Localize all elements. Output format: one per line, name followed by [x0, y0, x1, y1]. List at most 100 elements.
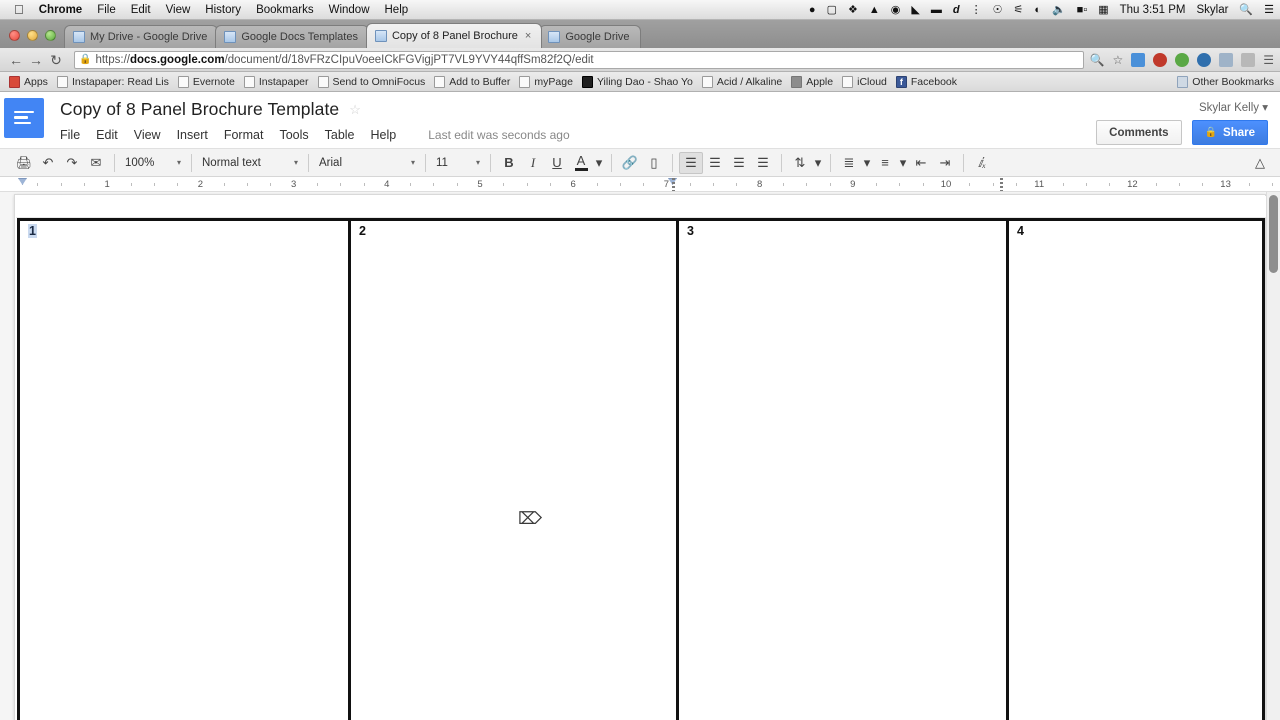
brochure-panel-4[interactable]: 4	[1006, 218, 1265, 720]
menu-edit[interactable]: Edit	[131, 4, 151, 16]
brochure-panel-2[interactable]: 2	[348, 218, 676, 720]
undo-icon[interactable]: ↶	[36, 152, 60, 174]
add-comment-icon[interactable]: ▯	[642, 152, 666, 174]
close-window-button[interactable]	[9, 30, 20, 41]
underline-button[interactable]: U	[545, 152, 569, 174]
bookmark-instapaper[interactable]: Instapaper	[244, 76, 309, 88]
google-drive-icon[interactable]: ▲	[869, 5, 880, 16]
evernote-icon[interactable]: ❖	[848, 5, 858, 16]
browser-tab-my-drive[interactable]: My Drive - Google Drive	[64, 25, 218, 48]
bookmark-other-bookmarks[interactable]: Other Bookmarks	[1177, 76, 1274, 88]
vertical-scrollbar[interactable]	[1266, 192, 1280, 720]
paragraph-style-select[interactable]: Normal text ▾	[198, 152, 302, 174]
page-header-area[interactable]	[16, 196, 1266, 218]
column-marker-1[interactable]	[672, 178, 675, 191]
split-icon[interactable]	[1241, 53, 1255, 67]
docs-menu-edit[interactable]: Edit	[96, 128, 118, 142]
notification-center-icon[interactable]: ☰	[1264, 5, 1274, 16]
bookmark-icloud[interactable]: iCloud	[842, 76, 887, 88]
docs-menu-table[interactable]: Table	[325, 128, 355, 142]
bookmark-acid-alkaline[interactable]: Acid / Alkaline	[702, 76, 782, 88]
dropbox-icon[interactable]: ●	[809, 5, 816, 16]
chevron-down-icon[interactable]: ▾	[861, 152, 873, 174]
bookmark-send-to-omnifocus[interactable]: Send to OmniFocus	[318, 76, 426, 88]
bookmark-star-icon[interactable]: ☆	[1112, 54, 1123, 66]
font-family-select[interactable]: Arial ▾	[315, 152, 419, 174]
italic-button[interactable]: I	[521, 152, 545, 174]
bulleted-list-icon[interactable]: ≡	[873, 152, 897, 174]
flag-icon[interactable]: ▦	[1098, 5, 1108, 16]
bold-button[interactable]: B	[497, 152, 521, 174]
increase-indent-icon[interactable]: ⇥	[933, 152, 957, 174]
bluetooth-icon[interactable]: ⚟	[1013, 5, 1023, 16]
share-button[interactable]: 🔒 Share	[1192, 120, 1268, 145]
dash-icon[interactable]: d	[953, 5, 960, 16]
text-color-button[interactable]: A	[569, 152, 593, 174]
google-docs-icon[interactable]	[4, 98, 44, 138]
airplay-icon[interactable]: ▢	[827, 5, 837, 16]
bookmark-apps[interactable]: Apps	[9, 76, 48, 88]
align-right-icon[interactable]: ☰	[727, 152, 751, 174]
menu-view[interactable]: View	[166, 4, 191, 16]
docs-menu-tools[interactable]: Tools	[279, 128, 308, 142]
chrome-menu-icon[interactable]: ☰	[1263, 54, 1274, 66]
close-tab-icon[interactable]: ×	[525, 30, 531, 42]
bookmark-apple[interactable]: Apple	[791, 76, 833, 88]
zoom-icon[interactable]: 🔍	[1090, 54, 1105, 66]
chevron-down-icon[interactable]: ▾	[812, 152, 824, 174]
document-page[interactable]: 1 2 3 4	[14, 194, 1266, 720]
translate-icon[interactable]	[1197, 53, 1211, 67]
camera-icon[interactable]	[1219, 53, 1233, 67]
backup-icon[interactable]: ◉	[891, 5, 901, 16]
column-marker-2[interactable]	[1000, 178, 1003, 191]
spotlight-search-icon[interactable]: 🔍	[1239, 5, 1253, 16]
brochure-panel-1[interactable]: 1	[17, 218, 348, 720]
bookmark-evernote[interactable]: Evernote	[178, 76, 235, 88]
address-bar[interactable]: 🔒 https:// docs.google.com /document/d/1…	[74, 51, 1084, 69]
leaf-icon[interactable]	[1175, 53, 1189, 67]
browser-tab-copy-of-8-panel-brochure[interactable]: Copy of 8 Panel Brochure ×	[366, 23, 542, 48]
comments-button[interactable]: Comments	[1096, 120, 1181, 145]
docs-menu-file[interactable]: File	[60, 128, 80, 142]
redo-icon[interactable]: ↷	[60, 152, 84, 174]
menu-window[interactable]: Window	[329, 4, 370, 16]
page-title[interactable]: Copy of 8 Panel Brochure Template	[60, 99, 339, 120]
bowtie-icon[interactable]: ◣	[911, 5, 919, 16]
document-ruler[interactable]: 12345678910111213	[0, 177, 1280, 192]
zoom-select[interactable]: 100% ▾	[121, 152, 185, 174]
wifi-icon[interactable]: ◐	[1034, 5, 1041, 16]
numbered-list-icon[interactable]: ≣	[837, 152, 861, 174]
bookmark-mypage[interactable]: myPage	[519, 76, 573, 88]
menu-chrome[interactable]: Chrome	[39, 4, 82, 16]
download-icon[interactable]	[1131, 53, 1145, 67]
print-icon[interactable]: 🖨	[12, 152, 36, 174]
bookmark-add-to-buffer[interactable]: Add to Buffer	[434, 76, 510, 88]
chevron-down-icon[interactable]: ▾	[897, 152, 909, 174]
bookmark-facebook[interactable]: f Facebook	[896, 76, 957, 88]
line-spacing-icon[interactable]: ⇅	[788, 152, 812, 174]
menu-help[interactable]: Help	[385, 4, 409, 16]
font-size-select[interactable]: 11 ▾	[432, 152, 484, 174]
star-outline-icon[interactable]: ☆	[349, 102, 361, 118]
left-indent-marker[interactable]	[18, 178, 27, 185]
blocker-icon[interactable]	[1153, 53, 1167, 67]
browser-tab-docs-templates[interactable]: Google Docs Templates	[215, 25, 369, 48]
forward-button[interactable]: →	[26, 53, 46, 67]
paint-format-icon[interactable]: ✉	[84, 152, 108, 174]
minimize-window-button[interactable]	[27, 30, 38, 41]
menu-file[interactable]: File	[97, 4, 116, 16]
volume-icon[interactable]: 🔈	[1052, 5, 1066, 16]
battery-icon[interactable]: ■▫	[1077, 5, 1088, 16]
decrease-indent-icon[interactable]: ⇤	[909, 152, 933, 174]
account-name[interactable]: Skylar Kelly ▾	[1199, 100, 1268, 114]
brochure-panel-3[interactable]: 3	[676, 218, 1006, 720]
docs-menu-insert[interactable]: Insert	[177, 128, 208, 142]
align-center-icon[interactable]: ☰	[703, 152, 727, 174]
clear-formatting-icon[interactable]: ⅈₓ	[970, 152, 994, 174]
docs-menu-view[interactable]: View	[134, 128, 161, 142]
collapse-toolbar-icon[interactable]: △	[1248, 152, 1272, 174]
back-button[interactable]: ←	[6, 53, 26, 67]
align-justify-icon[interactable]: ☰	[751, 152, 775, 174]
display-icon[interactable]: ▬	[931, 5, 942, 16]
browser-tab-google-drive[interactable]: Google Drive	[539, 25, 640, 48]
